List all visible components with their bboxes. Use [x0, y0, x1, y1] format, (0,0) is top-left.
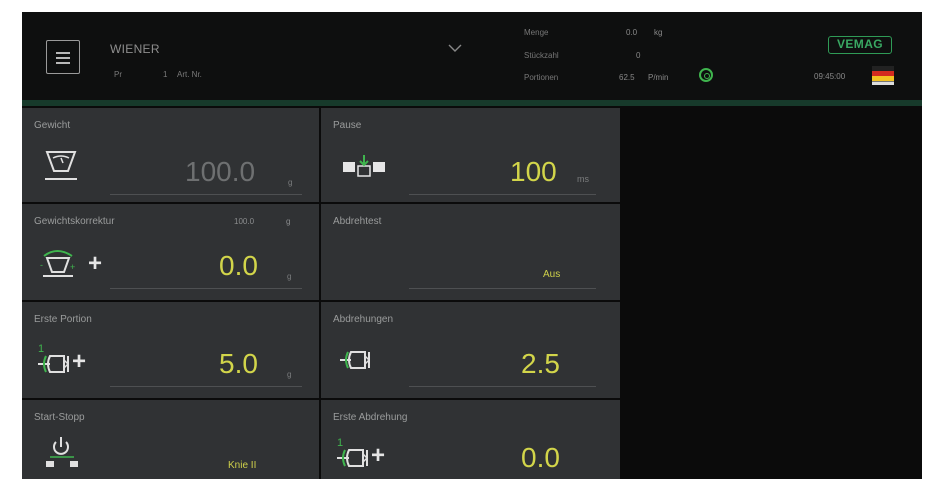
plus-icon: + [371, 442, 386, 469]
correction-value: 0.0 [219, 250, 258, 281]
tile-first-twist[interactable]: Erste Abdrehung 1 + 0.0 [321, 400, 620, 479]
chevron-down-icon[interactable] [447, 42, 463, 54]
input-underline [110, 386, 302, 387]
stat-unit-amount: kg [654, 28, 663, 37]
pause-value: 100 [510, 156, 557, 187]
input-underline [110, 288, 302, 289]
svg-text:1: 1 [337, 437, 343, 449]
reference-unit: g [286, 217, 291, 226]
stat-label-portions: Portionen [524, 73, 559, 82]
spool-icon [699, 68, 713, 82]
svg-text:1: 1 [38, 343, 44, 355]
twists-value: 2.5 [521, 348, 560, 379]
tile-label: Gewichtskorrektur [34, 216, 115, 227]
plus-icon: + [88, 250, 103, 277]
pause-transfer-icon [343, 155, 385, 177]
stat-label-amount: Menge [524, 28, 549, 37]
tile-start-stop[interactable]: Start-Stopp Knie II [22, 400, 319, 479]
input-underline [409, 194, 596, 195]
svg-text:-: - [40, 260, 43, 270]
tile-label: Erste Abdrehung [333, 412, 408, 423]
article-number-label: Art. Nr. [177, 70, 202, 79]
correction-unit: g [287, 272, 292, 281]
tile-label: Abdrehtest [333, 216, 382, 227]
product-name[interactable]: WIENER [110, 42, 160, 56]
tile-label: Start-Stopp [34, 412, 85, 423]
stat-value-amount: 0.0 [626, 28, 638, 37]
twist-icon [340, 351, 371, 369]
reference-value: 100.0 [234, 217, 255, 226]
input-underline [409, 386, 596, 387]
tile-weight[interactable]: Gewicht 100.0 g [22, 108, 319, 202]
program-number: 1 [163, 70, 168, 79]
weight-value: 100.0 [185, 156, 256, 187]
tile-twists[interactable]: Abdrehungen 2.5 [321, 302, 620, 398]
stat-value-count: 0 [636, 51, 641, 60]
stat-unit-portions: P/min [648, 73, 669, 82]
plus-icon: + [72, 348, 87, 375]
menu-icon [56, 52, 70, 54]
tile-first-portion[interactable]: Erste Portion 1 + 5.0 g [22, 302, 319, 398]
start-stop-value: Knie II [228, 460, 257, 471]
program-label: Pr [114, 70, 122, 79]
weight-correction-icon: - + [40, 250, 75, 277]
tile-label: Pause [333, 120, 362, 131]
first-portion-unit: g [287, 370, 292, 379]
machine-screen: WIENER Pr 1 Art. Nr. Menge 0.0 kg Stückz… [22, 12, 922, 479]
input-underline [409, 288, 596, 289]
tile-label: Gewicht [34, 120, 71, 131]
clock-time: 09:45:00 [814, 72, 846, 81]
tile-label: Abdrehungen [333, 314, 394, 325]
stat-value-portions: 62.5 [619, 73, 635, 82]
input-underline [110, 194, 302, 195]
scale-icon [45, 151, 77, 180]
stat-label-count: Stückzahl [524, 51, 559, 60]
first-portion-value: 5.0 [219, 348, 258, 379]
pause-unit: ms [577, 174, 589, 184]
svg-text:+: + [70, 262, 75, 272]
tile-label: Erste Portion [34, 314, 92, 325]
twist-test-value: Aus [543, 269, 561, 280]
header-divider [22, 100, 922, 106]
menu-button[interactable] [46, 40, 80, 74]
tile-weight-correction[interactable]: Gewichtskorrektur 100.0 g - + + 0.0 g [22, 204, 319, 300]
brand-logo: VEMAG [828, 36, 892, 54]
header-bar: WIENER Pr 1 Art. Nr. Menge 0.0 kg Stückz… [22, 12, 922, 100]
weight-unit: g [288, 178, 293, 187]
tile-pause[interactable]: Pause 100 ms [321, 108, 620, 202]
first-twist-value: 0.0 [521, 442, 560, 473]
power-start-stop-icon [46, 437, 78, 467]
tile-twist-test[interactable]: Abdrehtest Aus [321, 204, 620, 300]
flag-keyboard-icon[interactable] [872, 66, 894, 85]
